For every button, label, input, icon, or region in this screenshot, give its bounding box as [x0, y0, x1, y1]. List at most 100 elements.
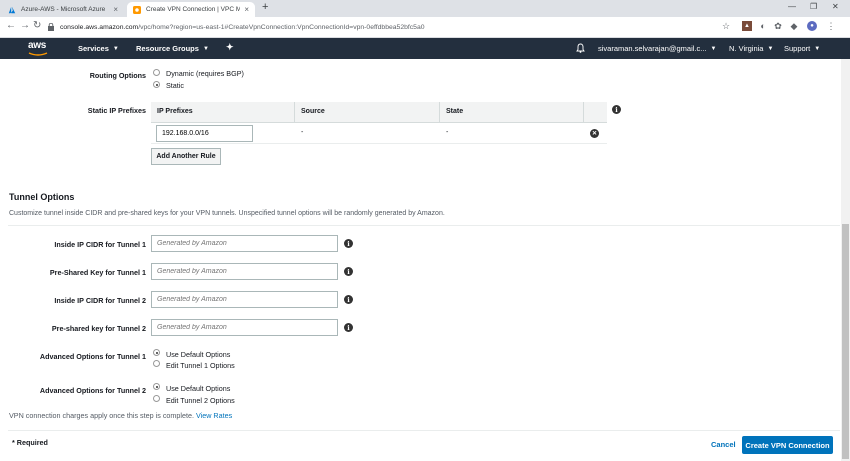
- info-icon[interactable]: i: [344, 295, 353, 304]
- chevron-down-icon: ▼: [767, 45, 774, 52]
- tunnel2-edit-label: Edit Tunnel 2 Options: [166, 396, 235, 405]
- tab-azure[interactable]: Azure-AWS - Microsoft Azure ×: [2, 2, 124, 17]
- tunnel1-default-radio[interactable]: [153, 349, 160, 356]
- add-another-rule-button[interactable]: Add Another Rule: [151, 148, 221, 165]
- tunnel2-advanced-label: Advanced Options for Tunnel 2: [39, 386, 146, 395]
- routing-options-label: Routing Options: [89, 71, 146, 80]
- table-header: IP Prefixes Source State: [151, 102, 607, 123]
- column-header: IP Prefixes: [157, 108, 193, 115]
- view-rates-link[interactable]: View Rates: [196, 411, 232, 420]
- aws-nav-bar: aws Services ▼ Resource Groups ▼ ✦ sivaram…: [0, 38, 850, 59]
- section-divider: [8, 225, 840, 226]
- support-menu[interactable]: Support ▼: [784, 44, 820, 53]
- tunnel2-cidr-label: Inside IP CIDR for Tunnel 2: [54, 296, 146, 305]
- extension-circle-icon[interactable]: ◐: [758, 21, 768, 31]
- tab-title: Azure-AWS - Microsoft Azure: [21, 6, 106, 13]
- minimize-icon[interactable]: —: [788, 2, 796, 11]
- tunnel2-cidr-input[interactable]: [151, 291, 338, 308]
- column-header: State: [446, 108, 464, 115]
- table-row: - - ✕: [151, 123, 607, 144]
- tab-title: Create VPN Connection | VPC M...: [146, 6, 241, 13]
- tunnel1-advanced-label: Advanced Options for Tunnel 1: [39, 352, 146, 361]
- tunnel2-psk-label: Pre-shared key for Tunnel 2: [51, 324, 146, 333]
- region-menu[interactable]: N. Virginia ▼: [729, 44, 773, 53]
- browser-tab-bar: Azure-AWS - Microsoft Azure × Create VPN…: [0, 0, 850, 17]
- chevron-down-icon: ▼: [202, 45, 209, 52]
- required-note: * Required: [12, 438, 48, 447]
- pin-icon[interactable]: ✦: [226, 42, 234, 53]
- bookmark-star-icon[interactable]: ☆: [721, 21, 731, 31]
- aws-logo-text: aws: [28, 40, 47, 51]
- profile-avatar[interactable]: ●: [807, 21, 817, 31]
- url-field[interactable]: console.aws.amazon.com/vpc/home?region=u…: [46, 20, 736, 35]
- column-divider: [294, 102, 295, 123]
- bell-icon[interactable]: [576, 43, 585, 53]
- account-menu[interactable]: sivaraman.selvarajan@gmail.c... ▼: [598, 44, 716, 53]
- footer-divider: [8, 430, 840, 431]
- info-icon[interactable]: i: [612, 105, 621, 114]
- chevron-down-icon: ▼: [814, 45, 821, 52]
- close-tab-icon[interactable]: ×: [244, 5, 249, 14]
- services-menu[interactable]: Services ▼: [78, 44, 119, 53]
- tunnel2-psk-input[interactable]: [151, 319, 338, 336]
- tunnel1-edit-radio[interactable]: [153, 360, 160, 367]
- back-icon[interactable]: ←: [6, 20, 16, 31]
- info-icon[interactable]: i: [344, 323, 353, 332]
- lock-icon: [48, 23, 54, 31]
- tunnel1-edit-label: Edit Tunnel 1 Options: [166, 361, 235, 370]
- azure-favicon-icon: [8, 6, 16, 13]
- reload-icon[interactable]: ↻: [33, 20, 41, 31]
- url-path: /vpc/home?region=us-east-1#CreateVpnConn…: [138, 24, 425, 31]
- chevron-down-icon: ▼: [710, 45, 717, 52]
- tunnel2-default-label: Use Default Options: [166, 384, 231, 393]
- new-tab-icon[interactable]: +: [262, 1, 268, 13]
- close-tab-icon[interactable]: ×: [113, 5, 118, 14]
- tunnel1-psk-label: Pre-Shared Key for Tunnel 1: [49, 268, 146, 277]
- routing-dynamic-label: Dynamic (requires BGP): [166, 69, 244, 78]
- address-bar: ← → ↻ console.aws.amazon.com/vpc/home?re…: [0, 17, 850, 38]
- tunnel1-cidr-input[interactable]: [151, 235, 338, 252]
- info-icon[interactable]: i: [344, 239, 353, 248]
- close-window-icon[interactable]: ✕: [832, 2, 839, 11]
- tunnel1-psk-input[interactable]: [151, 263, 338, 280]
- tunnel-options-title: Tunnel Options: [9, 192, 75, 202]
- tab-create-vpn[interactable]: Create VPN Connection | VPC M... ×: [127, 2, 255, 17]
- cancel-button[interactable]: Cancel: [711, 440, 736, 449]
- tunnel-options-description: Customize tunnel inside CIDR and pre-sha…: [9, 210, 445, 217]
- aws-smile-icon: [28, 52, 48, 56]
- tunnel2-edit-radio[interactable]: [153, 395, 160, 402]
- extension-gear-icon[interactable]: ✿: [773, 21, 783, 31]
- state-cell: -: [446, 129, 449, 136]
- source-cell: -: [301, 129, 304, 136]
- column-divider: [583, 102, 584, 123]
- ip-prefix-input[interactable]: [156, 125, 253, 142]
- browser-menu-icon[interactable]: ⋮: [826, 21, 836, 31]
- aws-logo[interactable]: aws: [28, 40, 48, 56]
- url-host: console.aws.amazon.com: [60, 24, 139, 31]
- remove-rule-icon[interactable]: ✕: [590, 129, 599, 138]
- aws-favicon-icon: [133, 5, 141, 14]
- page-scrollbar[interactable]: [841, 59, 850, 461]
- extension-icon[interactable]: ▲: [742, 21, 752, 31]
- create-vpn-connection-button[interactable]: Create VPN Connection: [742, 436, 833, 454]
- tunnel2-default-radio[interactable]: [153, 383, 160, 390]
- routing-static-label: Static: [166, 81, 184, 90]
- restore-icon[interactable]: ❐: [810, 2, 817, 11]
- static-prefixes-table: IP Prefixes Source State - - ✕: [151, 102, 607, 144]
- static-ip-prefixes-label: Static IP Prefixes: [87, 106, 146, 115]
- chevron-down-icon: ▼: [112, 45, 119, 52]
- resource-groups-menu[interactable]: Resource Groups ▼: [136, 44, 209, 53]
- info-icon[interactable]: i: [344, 267, 353, 276]
- column-divider: [439, 102, 440, 123]
- charges-note-text: VPN connection charges apply once this s…: [9, 411, 194, 420]
- charges-note: VPN connection charges apply once this s…: [9, 411, 232, 420]
- forward-icon[interactable]: →: [20, 20, 30, 31]
- tunnel1-default-label: Use Default Options: [166, 350, 231, 359]
- support-label: Support: [784, 44, 811, 53]
- extension-icon[interactable]: ◆: [789, 21, 799, 31]
- resource-groups-label: Resource Groups: [136, 44, 199, 53]
- region-label: N. Virginia: [729, 44, 764, 53]
- scrollbar-thumb[interactable]: [842, 224, 849, 459]
- routing-dynamic-radio[interactable]: [153, 69, 160, 76]
- routing-static-radio[interactable]: [153, 81, 160, 88]
